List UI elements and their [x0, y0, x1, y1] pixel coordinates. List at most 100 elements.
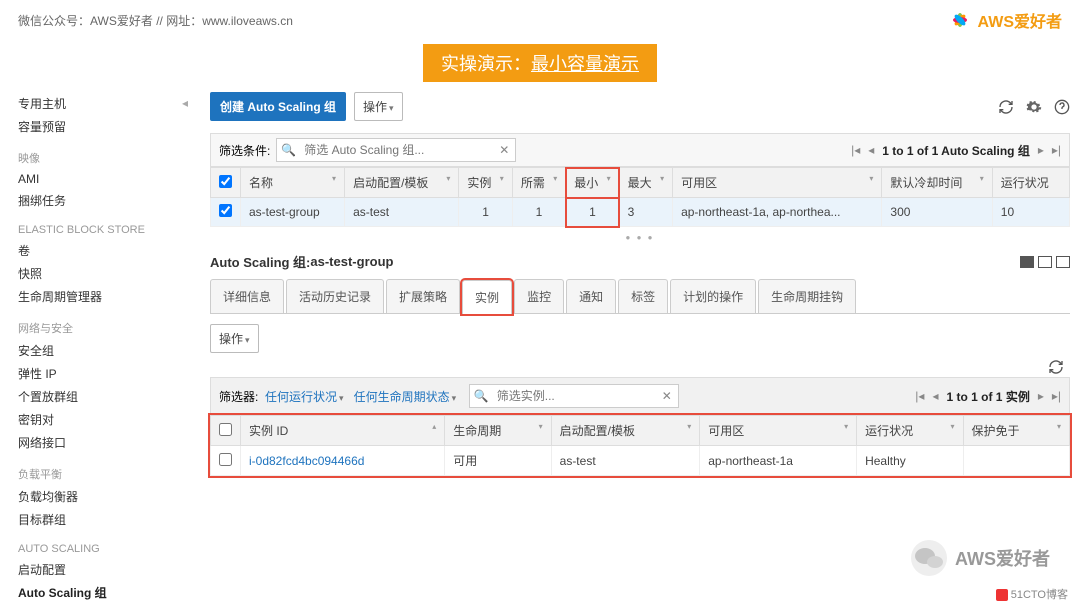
brand-logo: AWS爱好者 [948, 8, 1062, 32]
col-cooldown[interactable]: 默认冷却时间▾ [882, 168, 992, 198]
col-protect[interactable]: 保护免于▾ [963, 416, 1069, 446]
clear-search-button[interactable]: ✕ [493, 143, 515, 157]
asg-row[interactable]: as-test-group as-test 1 1 1 3 ap-northea… [211, 198, 1070, 227]
any-lifecycle-dropdown[interactable]: 任何生命周期状态▾ [354, 388, 457, 405]
sidebar-item-lifecycle[interactable]: 生命周期管理器 [0, 285, 180, 308]
pager-next-icon[interactable]: ▸ [1038, 389, 1044, 403]
col-az[interactable]: 可用区▾ [673, 168, 882, 198]
any-health-dropdown[interactable]: 任何运行状况▾ [265, 388, 344, 405]
view-mode-2-icon[interactable] [1038, 256, 1052, 268]
tab-notify[interactable]: 通知 [566, 279, 616, 313]
sidebar-item-elb[interactable]: 负载均衡器 [0, 485, 180, 508]
watermark-text: AWS爱好者 [955, 545, 1050, 571]
search-icon: 🔍 [277, 143, 300, 157]
left-sidebar: ◂ 专用主机 容量预留 映像 AMI 捆绑任务 ELASTIC BLOCK ST… [0, 92, 180, 604]
view-mode-3-icon[interactable] [1056, 256, 1070, 268]
sidebar-item-asg[interactable]: Auto Scaling 组 [0, 581, 180, 604]
create-asg-button[interactable]: 创建 Auto Scaling 组 [210, 92, 346, 121]
tab-tags[interactable]: 标签 [618, 279, 668, 313]
asg-filter-bar: 筛选条件: 🔍 ✕ |◂ ◂ 1 to 1 of 1 Auto Scaling … [210, 133, 1070, 167]
instance-id-link[interactable]: i-0d82fcd4bc094466d [249, 454, 364, 468]
refresh-icon[interactable] [998, 99, 1014, 115]
pager-first-icon[interactable]: |◂ [851, 143, 860, 157]
instance-search-input[interactable] [493, 385, 656, 407]
cell-life: 可用 [445, 446, 551, 476]
actions-dropdown[interactable]: 操作▾ [354, 92, 403, 121]
pager-next-icon[interactable]: ▸ [1038, 143, 1044, 157]
sidebar-item-volumes[interactable]: 卷 [0, 239, 180, 262]
sidebar-item-keypair[interactable]: 密钥对 [0, 408, 180, 431]
flower-icon [948, 8, 972, 32]
sidebar-head-lb: 负载平衡 [0, 454, 180, 485]
tab-monitor[interactable]: 监控 [514, 279, 564, 313]
col-max[interactable]: 最大▾ [619, 168, 672, 198]
tab-instances[interactable]: 实例 [462, 280, 512, 314]
filter2-label: 筛选器: [219, 388, 258, 405]
col-health[interactable]: 运行状况 [992, 168, 1069, 198]
detail-tabs: 详细信息 活动历史记录 扩展策略 实例 监控 通知 标签 计划的操作 生命周期挂… [210, 279, 1070, 314]
refresh-instances-icon[interactable] [1048, 359, 1064, 375]
resize-handle[interactable]: ● ● ● [210, 227, 1070, 248]
sidebar-head-as: AUTO SCALING [0, 531, 180, 558]
instance-actions-dropdown[interactable]: 操作▾ [210, 324, 259, 353]
col-launch[interactable]: 启动配置/模板▾ [345, 168, 459, 198]
pager-prev-icon[interactable]: ◂ [932, 389, 938, 403]
col-instance-id[interactable]: 实例 ID▴ [241, 416, 445, 446]
sidebar-head-ebs: ELASTIC BLOCK STORE [0, 212, 180, 239]
sidebar-item-eip[interactable]: 弹性 IP [0, 362, 180, 385]
col-desired[interactable]: 所需▾ [512, 168, 565, 198]
gear-icon[interactable] [1026, 99, 1042, 115]
col-lifecycle[interactable]: 生命周期▾ [445, 416, 551, 446]
panel-title-prefix: Auto Scaling 组: [210, 252, 310, 271]
sidebar-item-tg[interactable]: 目标群组 [0, 508, 180, 531]
brand-text: AWS爱好者 [978, 8, 1062, 32]
tab-hooks[interactable]: 生命周期挂钩 [758, 279, 856, 313]
sidebar-item-launch-config[interactable]: 启动配置 [0, 558, 180, 581]
sidebar-item-dedicated-host[interactable]: 专用主机 [0, 92, 180, 115]
asg-search-input[interactable] [300, 139, 493, 161]
cell-az2: ap-northeast-1a [700, 446, 857, 476]
pager-last-icon[interactable]: ▸| [1052, 143, 1061, 157]
cell-az: ap-northeast-1a, ap-northea... [673, 198, 882, 227]
view-mode-1-icon[interactable] [1020, 256, 1034, 268]
sidebar-item-snapshots[interactable]: 快照 [0, 262, 180, 285]
corner-credit: 51CTO博客 [996, 586, 1068, 602]
instance-row[interactable]: i-0d82fcd4bc094466d 可用 as-test ap-northe… [211, 446, 1070, 476]
tab-scheduled[interactable]: 计划的操作 [670, 279, 756, 313]
cell-desired: 1 [512, 198, 565, 227]
cell-protect [963, 446, 1069, 476]
tab-activity[interactable]: 活动历史记录 [286, 279, 384, 313]
cell-min: 1 [566, 198, 619, 227]
col-health2[interactable]: 运行状况▾ [857, 416, 963, 446]
cell-inst: 1 [459, 198, 512, 227]
col-launch2[interactable]: 启动配置/模板▾ [551, 416, 700, 446]
sidebar-head-netsec: 网络与安全 [0, 308, 180, 339]
sidebar-item-ami[interactable]: AMI [0, 169, 180, 189]
pager-text: 1 to 1 of 1 实例 [946, 388, 1029, 405]
instances-table: 实例 ID▴ 生命周期▾ 启动配置/模板▾ 可用区▾ 运行状况▾ 保护免于▾ i… [210, 415, 1070, 476]
pager-prev-icon[interactable]: ◂ [868, 143, 874, 157]
sidebar-item-eni[interactable]: 网络接口 [0, 431, 180, 454]
tab-scaling[interactable]: 扩展策略 [386, 279, 460, 313]
sidebar-item-bundle[interactable]: 捆绑任务 [0, 189, 180, 212]
sidebar-item-capacity[interactable]: 容量预留 [0, 115, 180, 138]
col-instances[interactable]: 实例▾ [459, 168, 512, 198]
filter-label: 筛选条件: [219, 142, 270, 159]
pager-last-icon[interactable]: ▸| [1052, 389, 1061, 403]
col-min[interactable]: 最小▾ [566, 168, 619, 198]
select-all-instances-checkbox[interactable] [219, 423, 232, 436]
col-name[interactable]: 名称▾ [241, 168, 345, 198]
row-checkbox[interactable] [219, 204, 232, 217]
tab-detail[interactable]: 详细信息 [210, 279, 284, 313]
cell-launch: as-test [345, 198, 459, 227]
col-az2[interactable]: 可用区▾ [700, 416, 857, 446]
help-icon[interactable] [1054, 99, 1070, 115]
instance-row-checkbox[interactable] [219, 453, 232, 466]
select-all-checkbox[interactable] [219, 175, 232, 188]
watermark: AWS爱好者 [909, 538, 1050, 578]
pager-first-icon[interactable]: |◂ [915, 389, 924, 403]
wechat-icon [909, 538, 949, 578]
clear-instance-search-button[interactable]: ✕ [656, 389, 678, 403]
sidebar-item-placement[interactable]: 个置放群组 [0, 385, 180, 408]
sidebar-item-sg[interactable]: 安全组 [0, 339, 180, 362]
